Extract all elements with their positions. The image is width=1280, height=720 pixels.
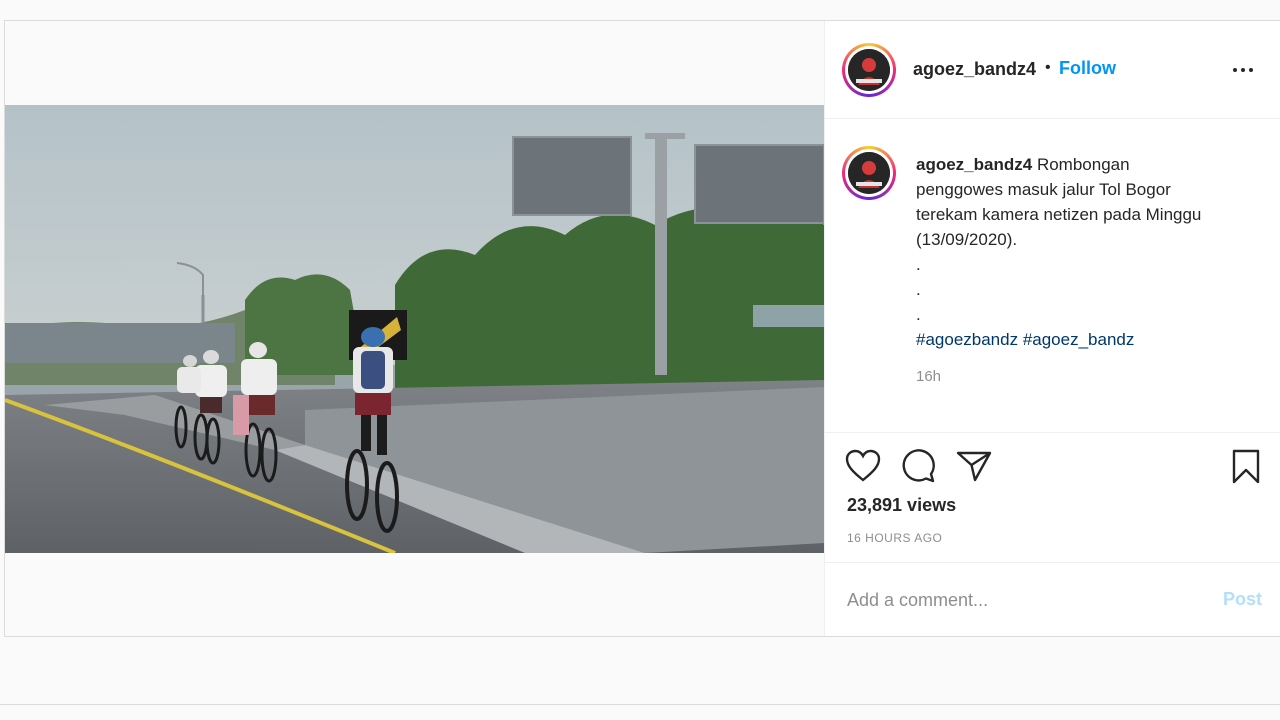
caption-line: penggowes masuk jalur Tol Bogor	[916, 180, 1171, 199]
caption-line: terekam kamera netizen pada Minggu	[916, 205, 1202, 224]
heart-icon[interactable]	[845, 449, 881, 483]
comment-bar: Post	[825, 562, 1280, 636]
view-count[interactable]: 23,891 views	[847, 495, 956, 516]
comment-bubble-icon[interactable]	[900, 449, 936, 483]
comment-input[interactable]	[847, 585, 1197, 615]
caption-time: 16h	[916, 368, 942, 385]
header-username[interactable]: agoez_bandz4	[913, 59, 1036, 80]
comments-section: agoez_bandz4 Rombongan penggowes masuk j…	[825, 120, 1280, 432]
more-horizontal-icon[interactable]	[1229, 57, 1259, 81]
separator-dot: •	[1045, 59, 1051, 76]
follow-button[interactable]: Follow	[1059, 58, 1116, 79]
caption-dot: .	[916, 280, 921, 299]
avatar-image	[848, 152, 890, 194]
bookmark-icon[interactable]	[1231, 449, 1261, 485]
video-frame	[5, 105, 824, 553]
avatar-image	[848, 49, 890, 91]
post-video[interactable]	[5, 105, 824, 553]
caption-dot: .	[916, 255, 921, 274]
post-date: 16 HOURS AGO	[847, 531, 943, 545]
caption-line: (13/09/2020).	[916, 230, 1018, 249]
caption: agoez_bandz4 Rombongan penggowes masuk j…	[916, 152, 1261, 352]
caption-hashtags[interactable]: #agoezbandz #agoez_bandz	[916, 327, 1261, 352]
media-area	[5, 21, 824, 636]
avatar[interactable]	[842, 43, 896, 97]
page-divider	[0, 704, 1280, 705]
post-comment-button[interactable]: Post	[1223, 589, 1262, 610]
instagram-post: agoez_bandz4 • Follow agoez_bandz4 Rombo…	[4, 20, 1280, 637]
action-bar: 23,891 views 16 HOURS AGO	[825, 432, 1280, 562]
post-sidebar: agoez_bandz4 • Follow agoez_bandz4 Rombo…	[824, 21, 1280, 636]
caption-line: Rombongan	[1036, 155, 1130, 174]
caption-avatar[interactable]	[842, 146, 896, 200]
paper-plane-icon[interactable]	[956, 449, 992, 483]
post-header: agoez_bandz4 • Follow	[825, 21, 1280, 119]
caption-username[interactable]: agoez_bandz4	[916, 155, 1032, 174]
caption-dot: .	[916, 305, 921, 324]
